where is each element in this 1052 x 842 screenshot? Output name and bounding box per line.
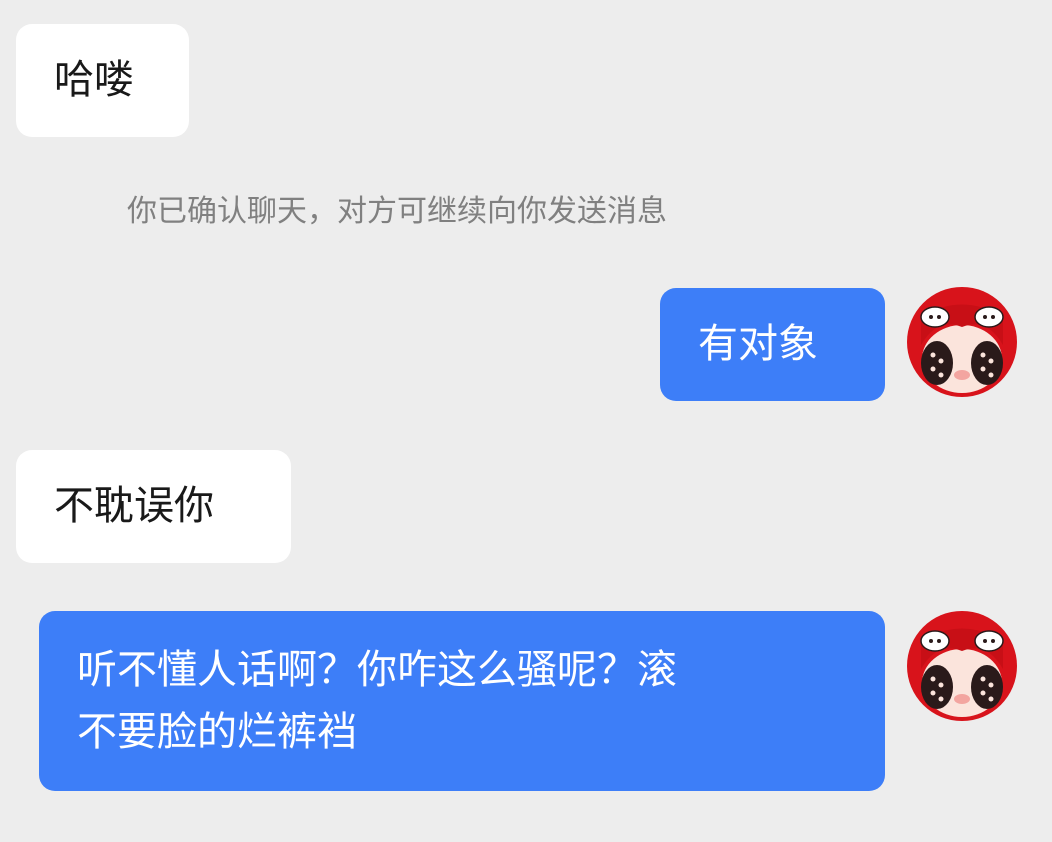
incoming-message-bubble[interactable]: 不耽误你 bbox=[16, 450, 291, 563]
cartoon-girl-avatar-icon bbox=[907, 611, 1017, 721]
system-notice: 你已确认聊天，对方可继续向你发送消息 bbox=[127, 194, 667, 229]
outgoing-message-bubble[interactable]: 有对象 bbox=[660, 288, 885, 401]
cartoon-girl-avatar-icon bbox=[907, 287, 1017, 397]
incoming-message-bubble[interactable]: 哈喽 bbox=[16, 24, 189, 137]
outgoing-message-bubble[interactable]: 听不懂人话啊？你咋这么骚呢？滚 不要脸的烂裤裆 bbox=[39, 611, 885, 791]
avatar[interactable] bbox=[907, 287, 1017, 397]
avatar[interactable] bbox=[907, 611, 1017, 721]
